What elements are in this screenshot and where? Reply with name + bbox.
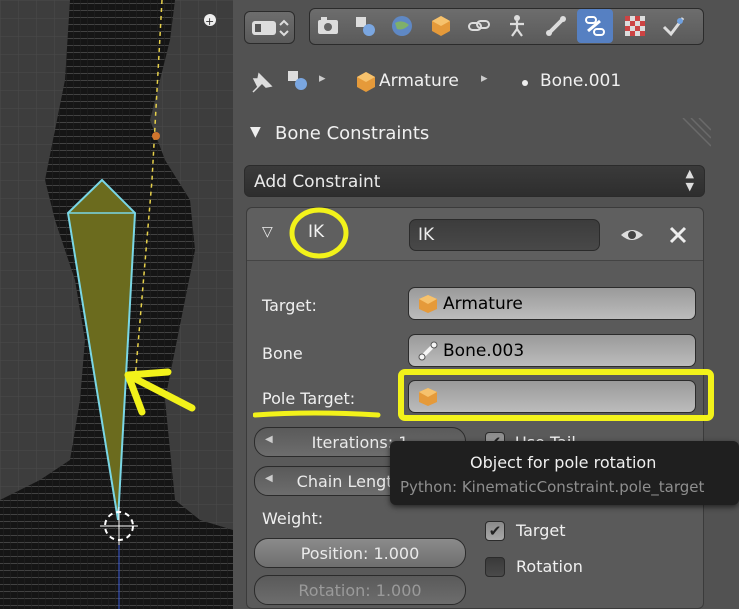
decrement-arrow-icon: ◀	[265, 434, 273, 445]
check-icon: ✔	[488, 522, 502, 540]
render-icon	[318, 17, 338, 34]
editor-type-icon	[251, 19, 289, 36]
bone-icon	[546, 16, 566, 36]
rotation-weight-value: Rotation: 1.000	[298, 580, 422, 600]
target-field[interactable]: Armature	[408, 287, 696, 320]
position-weight-value: Position: 1.000	[300, 543, 420, 563]
tooltip-title: Object for pole rotation	[470, 453, 657, 472]
tab-vertex[interactable]	[658, 11, 688, 41]
breadcrumb-bone[interactable]: Bone.001	[540, 71, 621, 91]
tab-constraints[interactable]	[464, 11, 494, 41]
editor-type-button[interactable]	[244, 11, 295, 44]
rotation-checkbox[interactable]	[485, 557, 505, 577]
constraint-header: ▽ IK IK	[247, 207, 703, 261]
target-label: Target:	[262, 296, 317, 315]
tab-render[interactable]	[313, 11, 343, 41]
data-icon	[510, 15, 524, 37]
rotation-checkbox-label: Rotation	[516, 557, 583, 576]
vertex-icon	[662, 17, 685, 37]
drag-handle-icon[interactable]	[677, 118, 711, 152]
dropdown-arrows-icon: ▲ ▼	[685, 167, 694, 193]
add-constraint-dropdown[interactable]: Add Constraint ▲ ▼	[244, 165, 705, 197]
pole-target-label: Pole Target:	[262, 389, 356, 408]
object-icon	[357, 72, 375, 92]
target-value: Armature	[443, 293, 523, 314]
decrement-arrow-icon: ◀	[265, 473, 273, 484]
world-icon	[392, 16, 412, 36]
object-icon	[419, 294, 437, 313]
tab-object[interactable]	[426, 11, 456, 41]
tab-render-layers[interactable]	[350, 11, 380, 41]
svg-text:+: +	[205, 15, 214, 28]
annotation-underline	[253, 410, 381, 418]
constraint-name-value: IK	[418, 225, 435, 245]
expand-triangle-icon[interactable]: ▽	[262, 224, 273, 240]
breadcrumb-separator-icon: ▸	[481, 71, 488, 86]
tab-bar	[233, 0, 739, 52]
collapse-triangle-icon: ▼	[250, 124, 261, 140]
3d-viewport[interactable]: +	[0, 0, 233, 609]
armature-data-icon	[288, 71, 307, 90]
bone-constraints-header[interactable]: ▼ Bone Constraints	[233, 114, 739, 154]
breadcrumb: ▸ Armature ▸ Bone.001	[233, 60, 739, 104]
bone-value: Bone.003	[443, 340, 525, 361]
bone-icon	[418, 341, 438, 360]
add-constraint-label: Add Constraint	[254, 172, 381, 192]
bone-field[interactable]: Bone.003	[408, 334, 696, 367]
close-icon[interactable]	[667, 224, 689, 246]
pin-icon[interactable]	[247, 68, 277, 98]
rotation-weight-field[interactable]: Rotation: 1.000	[254, 575, 466, 605]
constraint-name-input[interactable]: IK	[409, 219, 600, 251]
properties-panel: ▸ Armature ▸ Bone.001 ▼ Bone Constraints…	[233, 0, 739, 609]
target-checkbox[interactable]: ✔	[485, 521, 505, 541]
tab-texture[interactable]	[620, 11, 650, 41]
tooltip: Object for pole rotation Python: Kinemat…	[390, 441, 739, 505]
bone-label: Bone	[262, 344, 303, 363]
annotation-box	[398, 369, 714, 421]
render-layers-icon	[356, 17, 375, 36]
tab-bone[interactable]	[541, 11, 571, 41]
texture-icon	[625, 16, 645, 36]
bone-constraint-icon	[585, 16, 605, 36]
constraints-icon	[468, 20, 490, 31]
target-checkbox-label: Target	[516, 521, 566, 540]
weight-label: Weight:	[262, 509, 324, 528]
annotation-circle	[289, 207, 349, 259]
ik-target-dot	[152, 132, 160, 140]
bone-dot-icon	[522, 80, 528, 86]
tab-world[interactable]	[387, 11, 417, 41]
viewport-canvas: +	[0, 0, 233, 609]
position-weight-field[interactable]: Position: 1.000	[254, 538, 466, 568]
section-title: Bone Constraints	[275, 123, 430, 144]
eye-icon[interactable]	[619, 225, 645, 245]
tab-data[interactable]	[502, 11, 532, 41]
breadcrumb-separator-icon: ▸	[319, 71, 326, 86]
tooltip-python: Python: KinematicConstraint.pole_target	[400, 478, 705, 496]
object-icon	[432, 16, 450, 36]
breadcrumb-object[interactable]: Armature	[379, 71, 459, 91]
ik-constraint-box: ▽ IK IK Target: Armature Bone Bone.003 P…	[246, 207, 714, 609]
tab-bone-constraints[interactable]	[577, 9, 613, 43]
